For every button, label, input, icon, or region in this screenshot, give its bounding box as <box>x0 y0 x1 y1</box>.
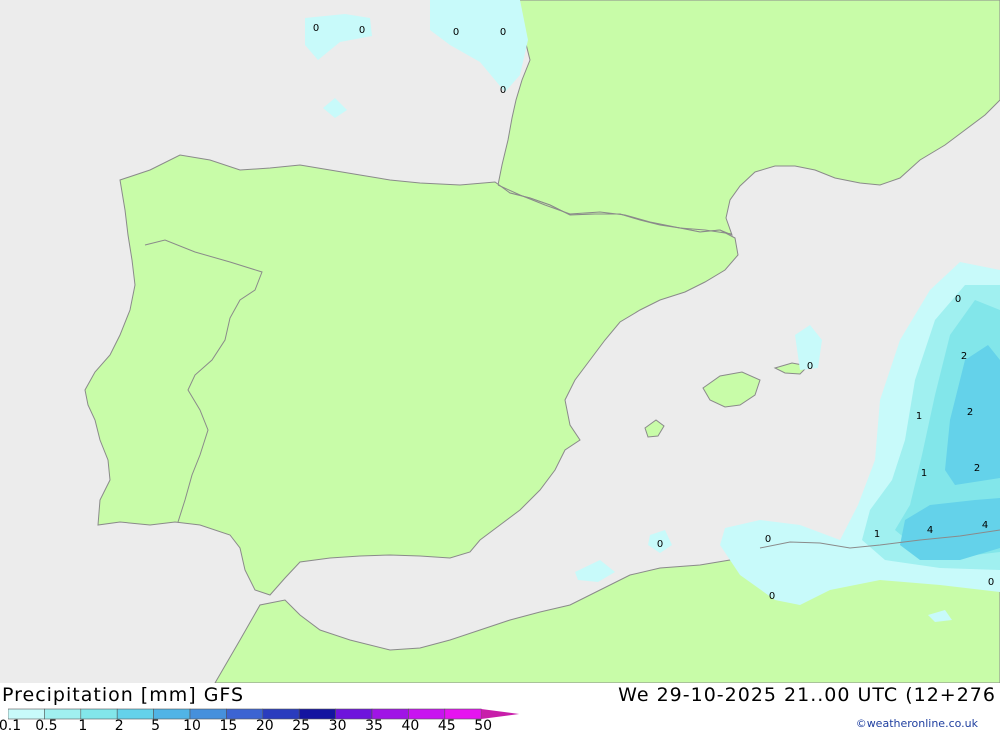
contour-value: 2 <box>961 351 967 362</box>
contour-value: 0 <box>500 27 506 38</box>
legend-model: GFS <box>203 684 245 706</box>
contour-value: 1 <box>921 468 927 479</box>
contour-value: 0 <box>453 27 459 38</box>
scale-tick-label: 0.5 <box>35 718 58 734</box>
scale-tick-label: 2 <box>114 718 124 734</box>
contour-value: 0 <box>769 591 775 602</box>
scale-tick-label: 15 <box>219 718 238 734</box>
legend-title: Precipitation [mm] <box>2 684 197 706</box>
contour-value: 0 <box>807 361 813 372</box>
scale-tick-label: 40 <box>401 718 420 734</box>
scale-tick-label: 35 <box>365 718 383 734</box>
contour-value: 0 <box>765 534 771 545</box>
contour-value: 1 <box>874 529 880 540</box>
scale-tick-label: 1 <box>78 718 88 734</box>
legend-datetime: We 29-10-2025 21..00 UTC (12+276 <box>618 684 996 706</box>
scale-tick-label: 0.1 <box>0 718 22 734</box>
contour-value: 0 <box>988 577 994 588</box>
contour-value: 4 <box>927 525 933 536</box>
contour-value: 2 <box>974 463 980 474</box>
scale-tick-label: 20 <box>255 718 274 734</box>
scale-tick-label: 5 <box>151 718 161 734</box>
contour-value: 0 <box>500 85 506 96</box>
contour-value: 0 <box>313 23 319 34</box>
legend-bar: Precipitation [mm] GFS We 29-10-2025 21.… <box>0 683 1000 734</box>
contour-value: 0 <box>955 294 961 305</box>
scale-tick-label: 10 <box>183 718 201 734</box>
contour-value: 0 <box>657 539 663 550</box>
scale-tick-label: 25 <box>292 718 311 734</box>
contour-value: 2 <box>967 407 973 418</box>
credit-text: ©weatheronline.co.uk <box>855 717 978 730</box>
legend-title-group: Precipitation [mm] GFS <box>2 684 244 706</box>
scale-tick-label: 50 <box>474 718 493 734</box>
scale-tick-label: 45 <box>437 718 456 734</box>
scale-tick-labels: 0.1 0.5 1 2 5 10 15 20 25 30 35 40 45 50 <box>0 718 530 734</box>
scale-tick-label: 30 <box>328 718 347 734</box>
contour-value: 4 <box>982 520 988 531</box>
contour-value: 0 <box>359 25 365 36</box>
precipitation-map: 0 0 0 0 0 0 2 1 2 1 2 0 0 1 4 4 0 0 0 <box>0 0 1000 683</box>
contour-value: 1 <box>916 411 922 422</box>
